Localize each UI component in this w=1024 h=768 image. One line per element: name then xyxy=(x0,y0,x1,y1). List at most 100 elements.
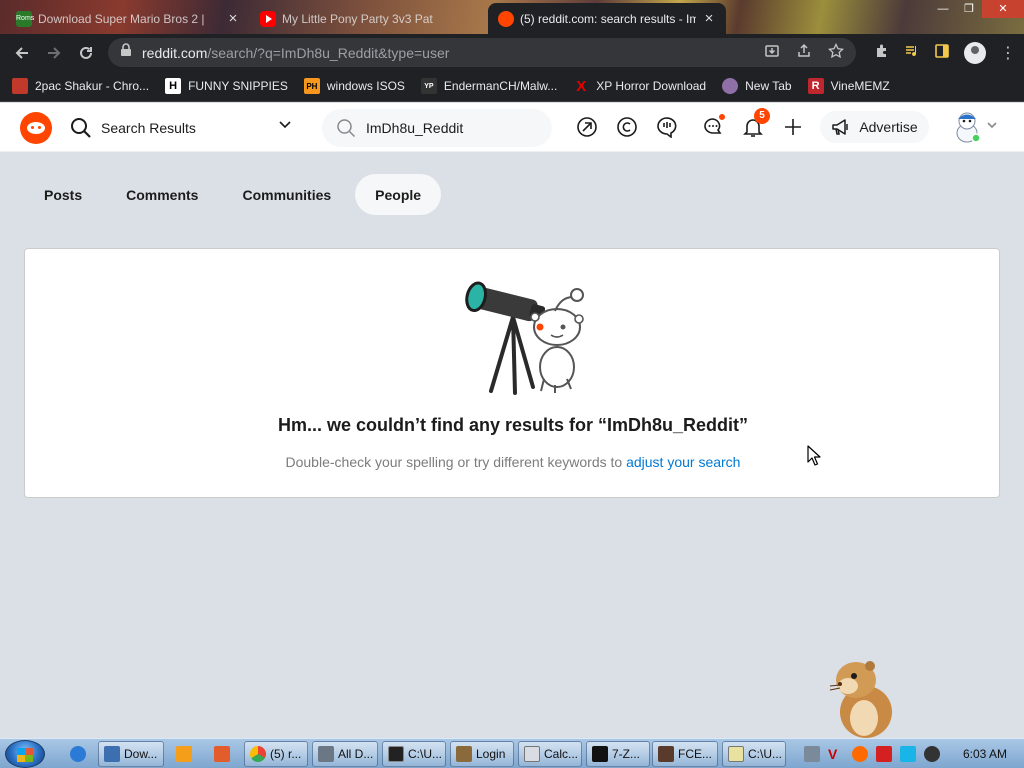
start-button[interactable] xyxy=(5,740,45,768)
internet-explorer-icon[interactable] xyxy=(64,741,92,767)
popular-arrow-icon[interactable] xyxy=(574,114,600,140)
reload-icon[interactable] xyxy=(70,37,102,69)
calculator-icon xyxy=(524,746,540,762)
user-avatar[interactable] xyxy=(952,109,982,143)
taskbar-item-label: C:\U... xyxy=(408,747,443,761)
bookmark-item[interactable]: R VineMEMZ xyxy=(807,78,890,94)
video-chat-icon[interactable] xyxy=(654,114,680,140)
notification-count-badge: 5 xyxy=(754,108,770,124)
bookmark-item[interactable]: New Tab xyxy=(722,78,792,94)
coins-icon[interactable] xyxy=(614,114,640,140)
h-logo-icon: H xyxy=(165,78,182,94)
bookmarks-bar: 2pac Shakur - Chro... H FUNNY SNIPPIES P… xyxy=(0,71,1024,102)
advertise-label: Advertise xyxy=(859,119,918,135)
chat-icon[interactable] xyxy=(700,113,726,140)
flag-icon[interactable] xyxy=(876,746,892,762)
bookmark-item[interactable]: X XP Horror Download xyxy=(573,77,706,95)
bookmark-item[interactable]: YP EndermanCH/Malw... xyxy=(420,78,557,94)
address-bar[interactable]: reddit.com/search/?q=ImDh8u_Reddit&type=… xyxy=(108,38,856,67)
bookmark-item[interactable]: 2pac Shakur - Chro... xyxy=(12,78,149,94)
chevron-down-icon[interactable] xyxy=(278,118,292,132)
empty-results-card: Hm... we couldn’t find any results for “… xyxy=(24,248,1000,498)
tab-title: My Little Pony Party 3v3 Pat xyxy=(282,11,433,26)
install-icon[interactable] xyxy=(764,43,780,62)
taskbar-item-active[interactable]: (5) r... xyxy=(244,741,308,767)
unread-dot xyxy=(718,113,726,121)
plus-icon[interactable] xyxy=(780,114,806,140)
taskbar-item[interactable]: Dow... xyxy=(98,741,164,767)
back-arrow-icon[interactable] xyxy=(6,37,38,69)
notification-bell-icon[interactable]: 5 xyxy=(740,108,770,140)
browser-tab-reddit[interactable]: (5) reddit.com: search results - Im × xyxy=(488,3,726,34)
lock-icon[interactable] xyxy=(120,43,132,62)
windows-taskbar: Dow... (5) r... All D... C:\U... Login C… xyxy=(0,738,1024,768)
restore-icon[interactable]: ❐ xyxy=(956,0,982,18)
bookmark-star-icon[interactable] xyxy=(827,42,845,62)
avatar-bookmark-icon xyxy=(722,78,739,94)
taskbar-item[interactable]: Login xyxy=(450,741,514,767)
taskbar-item[interactable]: 7-Z... xyxy=(586,741,650,767)
youtube-icon xyxy=(260,10,276,27)
browser-toolbar: reddit.com/search/?q=ImDh8u_Reddit&type=… xyxy=(0,34,1024,71)
red-x-icon: X xyxy=(576,77,587,95)
search-query: ImDh8u_Reddit xyxy=(366,120,464,136)
close-icon[interactable]: × xyxy=(226,10,240,27)
media-control-icon[interactable] xyxy=(904,43,920,63)
tab-comments[interactable]: Comments xyxy=(106,174,218,215)
monitor-icon[interactable] xyxy=(900,746,916,762)
bookmark-label: windows ISOS xyxy=(326,79,405,93)
system-tray: V 6:03 AM xyxy=(804,739,1024,768)
bookmark-item[interactable]: PH windows ISOS xyxy=(303,78,405,94)
media-player-icon[interactable] xyxy=(170,741,198,767)
roms-icon: Roms xyxy=(16,10,34,27)
console-icon xyxy=(388,746,404,762)
tab-title: Download Super Mario Bros 2 | xyxy=(38,11,205,26)
fceux-icon xyxy=(658,746,674,762)
advertise-button[interactable]: Advertise xyxy=(820,111,929,143)
minimize-icon[interactable]: — xyxy=(930,0,956,18)
clock[interactable]: 6:03 AM xyxy=(956,747,1014,761)
side-panel-icon[interactable] xyxy=(934,43,950,63)
taskbar-item[interactable]: All D... xyxy=(312,741,378,767)
chrome-icon xyxy=(250,746,266,762)
forward-arrow-icon[interactable] xyxy=(38,37,70,69)
url-path: /search/?q=ImDh8u_Reddit&type=user xyxy=(207,44,450,61)
hamster-desktop-pet[interactable] xyxy=(826,656,898,738)
window-close-icon[interactable]: ✕ xyxy=(982,0,1024,18)
profile-avatar-icon[interactable] xyxy=(964,41,986,64)
tray-app-icon[interactable] xyxy=(804,746,820,762)
close-icon[interactable]: × xyxy=(702,10,716,27)
adjust-search-link[interactable]: adjust your search xyxy=(626,454,740,470)
share-icon[interactable] xyxy=(796,43,812,62)
browser-tab-youtube[interactable]: My Little Pony Party 3v3 Pat xyxy=(250,3,488,34)
search-input[interactable]: ImDh8u_Reddit xyxy=(322,109,552,147)
browser-tab-strip: Roms Download Super Mario Bros 2 | × My … xyxy=(0,0,1024,34)
r-logo-icon: R xyxy=(807,78,824,94)
paint-app-icon[interactable] xyxy=(208,741,236,767)
yp-logo-icon: YP xyxy=(420,78,437,94)
taskbar-item[interactable]: C:\U... xyxy=(382,741,446,767)
v-logo-icon[interactable]: V xyxy=(828,746,844,762)
search-tray-icon[interactable] xyxy=(852,746,868,762)
browser-tab-roms[interactable]: Roms Download Super Mario Bros 2 | × xyxy=(6,3,250,34)
tab-people[interactable]: People xyxy=(355,174,442,215)
kebab-menu-icon[interactable]: ⋮ xyxy=(1000,43,1016,63)
ph-logo-icon: PH xyxy=(303,78,320,94)
bookmark-item[interactable]: H FUNNY SNIPPIES xyxy=(165,78,288,94)
taskbar-item[interactable]: FCE... xyxy=(652,741,718,767)
taskbar-item[interactable]: C:\U... xyxy=(722,741,786,767)
tab-posts[interactable]: Posts xyxy=(24,174,102,215)
extensions-puzzle-icon[interactable] xyxy=(874,43,890,63)
taskbar-item[interactable]: Calc... xyxy=(518,741,582,767)
mouse-cursor-icon xyxy=(807,445,821,466)
window-icon xyxy=(318,746,334,762)
user-menu-chevron-icon[interactable] xyxy=(986,119,998,131)
page-title[interactable]: Search Results xyxy=(101,120,196,136)
volume-icon[interactable] xyxy=(924,746,940,762)
url-text[interactable]: reddit.com/search/?q=ImDh8u_Reddit&type=… xyxy=(142,45,449,61)
tab-communities[interactable]: Communities xyxy=(222,174,351,215)
search-icon xyxy=(71,118,91,138)
reddit-logo-icon[interactable] xyxy=(20,112,52,144)
cursor-app-icon xyxy=(104,746,120,762)
snoo-telescope-illustration xyxy=(465,281,584,395)
